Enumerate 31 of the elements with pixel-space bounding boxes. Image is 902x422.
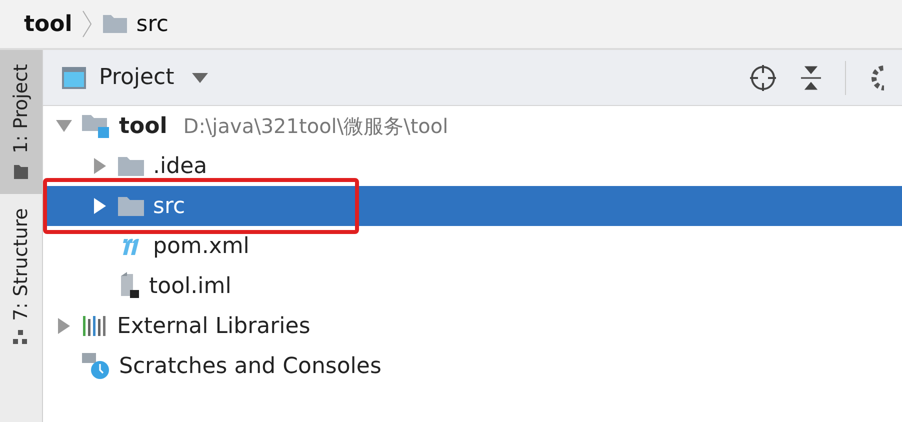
tree-row[interactable]: tool.iml bbox=[43, 266, 902, 306]
tree-row[interactable]: External Libraries bbox=[43, 306, 902, 346]
tree-row[interactable]: tool D:\java\321tool\微服务\tool bbox=[43, 106, 902, 146]
scratch-clock-icon bbox=[81, 351, 111, 381]
node-label: tool bbox=[119, 114, 168, 138]
node-label: src bbox=[153, 194, 186, 218]
folder-icon bbox=[117, 155, 145, 177]
folder-icon bbox=[117, 195, 145, 217]
node-path: D:\java\321tool\微服务\tool bbox=[183, 112, 448, 140]
node-label: pom.xml bbox=[153, 234, 250, 258]
side-tool-tab[interactable]: 1: Project bbox=[0, 50, 42, 194]
breadcrumb-item[interactable]: tool bbox=[24, 12, 72, 36]
side-tool-tab[interactable]: 7: Structure bbox=[0, 194, 42, 360]
tree-row[interactable]: pom.xml bbox=[43, 226, 902, 266]
chevron-separator-icon bbox=[82, 10, 92, 38]
folder-icon bbox=[102, 14, 128, 34]
collapse-all-icon[interactable] bbox=[799, 64, 823, 90]
node-label: External Libraries bbox=[117, 314, 310, 338]
locate-crosshair-icon[interactable] bbox=[749, 64, 777, 92]
panel-title[interactable]: Project bbox=[99, 65, 174, 90]
breadcrumb-item[interactable]: src bbox=[136, 12, 168, 36]
node-label: tool.iml bbox=[149, 274, 232, 298]
structure-icon bbox=[13, 330, 29, 346]
tree-row[interactable]: .idea bbox=[43, 146, 902, 186]
dropdown-caret-icon[interactable] bbox=[192, 72, 208, 82]
module-folder-icon bbox=[81, 113, 111, 139]
node-label: Scratches and Consoles bbox=[119, 354, 382, 378]
node-label: .idea bbox=[153, 154, 208, 178]
window-icon bbox=[61, 66, 87, 90]
folder-icon bbox=[13, 164, 29, 180]
tree-row[interactable]: Scratches and Consoles bbox=[43, 346, 902, 386]
